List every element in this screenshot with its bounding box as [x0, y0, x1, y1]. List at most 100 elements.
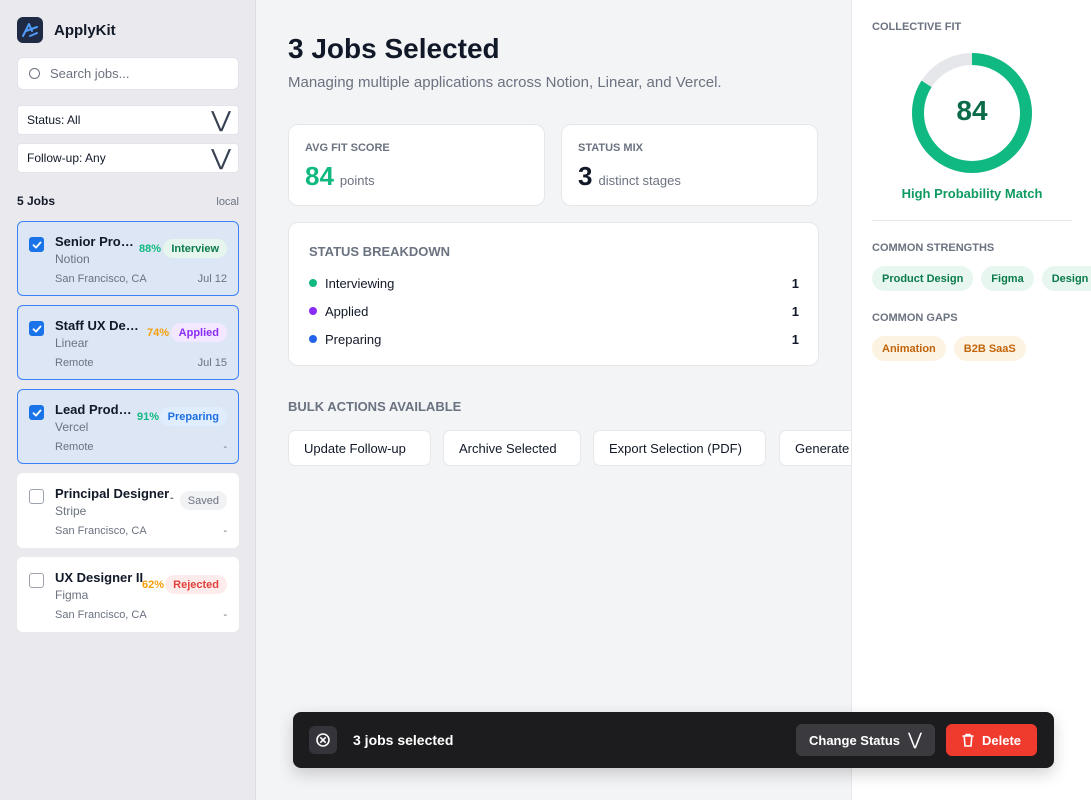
selected-count: 3 jobs selected [353, 732, 454, 748]
job-date: - [223, 441, 227, 453]
search-icon [29, 68, 40, 79]
chevron-down-icon: ⋁ [908, 730, 922, 749]
job-date: Jul 12 [197, 273, 227, 285]
close-circle-icon [316, 733, 330, 747]
job-card[interactable]: Principal Designer - Saved Stripe San Fr… [17, 473, 239, 548]
sidebar: ApplyKit Status: All ⋁ Follow-up: Any ⋁ … [0, 0, 256, 800]
bulk-actions: Update Follow-up Archive Selected Export… [288, 430, 851, 467]
job-location: San Francisco, CA [55, 273, 147, 285]
status-dot-icon [309, 335, 317, 343]
status-badge: Applied [170, 323, 227, 342]
job-fit-score: 88% [139, 243, 162, 255]
job-list-scope: local [216, 196, 239, 208]
collective-fit-label: COLLECTIVE FIT [872, 21, 962, 33]
job-location: San Francisco, CA [55, 525, 147, 537]
avg-fit-value: 84 [305, 161, 334, 191]
job-location: San Francisco, CA [55, 609, 147, 621]
strengths-chips: Product Design Figma Design Systems [872, 266, 1091, 291]
breakdown-row: Interviewing 1 [309, 274, 799, 292]
generate-button[interactable]: Generate [779, 430, 851, 466]
status-filter-select[interactable]: Status: All ⋁ [17, 105, 239, 135]
job-title: Senior Product Designer [55, 234, 141, 249]
status-badge: Interview [163, 239, 227, 258]
collective-fit-panel: COLLECTIVE FIT 84 High Probability Match… [851, 0, 1091, 800]
avg-fit-unit: points [339, 173, 375, 188]
status-breakdown-card: STATUS BREAKDOWN Interviewing 1 Applied … [288, 222, 819, 366]
status-filter-value: Status: All [27, 113, 81, 127]
job-count: 5 Jobs [17, 194, 56, 208]
breakdown-count: 1 [791, 331, 799, 347]
checkmark-icon [32, 409, 41, 416]
status-badge: Rejected [165, 575, 227, 594]
avg-fit-card: AVG FIT SCORE 84 points [288, 124, 545, 206]
job-checkbox[interactable] [29, 321, 44, 336]
gap-chip: Animation [872, 336, 946, 361]
status-dot-icon [309, 279, 317, 287]
job-fit-score: 62% [142, 579, 165, 591]
status-mix-card: STATUS MIX 3 distinct stages [561, 124, 818, 206]
divider [872, 220, 1072, 221]
strength-chip: Design Systems [1041, 266, 1091, 291]
breakdown-count: 1 [791, 275, 799, 291]
archive-selected-button[interactable]: Archive Selected [443, 430, 581, 466]
trash-icon [962, 733, 974, 747]
status-badge: Preparing [159, 407, 227, 426]
change-status-button[interactable]: Change Status ⋁ [796, 724, 935, 756]
fit-score-value: 84 [956, 95, 988, 126]
chevron-down-icon: ⋁ [211, 107, 231, 132]
job-checkbox[interactable] [29, 573, 44, 588]
job-card[interactable]: Senior Product Designer 88% Interview No… [17, 221, 239, 296]
status-breakdown-heading: STATUS BREAKDOWN [309, 244, 451, 259]
change-status-label: Change Status [809, 732, 901, 748]
job-list-header: 5 Jobs local [17, 194, 239, 208]
status-mix-unit: distinct stages [598, 173, 681, 188]
delete-button[interactable]: Delete [946, 724, 1037, 756]
checkmark-icon [32, 325, 41, 332]
followup-filter-value: Follow-up: Any [27, 151, 106, 165]
job-checkbox[interactable] [29, 489, 44, 504]
job-date: - [223, 525, 227, 537]
job-company: Vercel [55, 420, 89, 434]
job-card[interactable]: Staff UX Designer 74% Applied Linear Rem… [17, 305, 239, 380]
common-strengths-label: COMMON STRENGTHS [872, 242, 995, 254]
export-pdf-button[interactable]: Export Selection (PDF) [593, 430, 766, 466]
job-title: Lead Product Designer [55, 402, 138, 417]
brand[interactable]: ApplyKit [17, 17, 116, 43]
job-card[interactable]: UX Designer II 62% Rejected Figma San Fr… [17, 557, 239, 632]
job-date: Jul 15 [197, 357, 227, 369]
clear-selection-button[interactable] [309, 726, 337, 754]
strength-chip: Product Design [872, 266, 974, 291]
breakdown-row: Preparing 1 [309, 330, 799, 348]
search-input[interactable] [50, 66, 220, 81]
selection-action-bar: 3 jobs selected Change Status ⋁ Delete [293, 712, 1054, 768]
avg-fit-label: AVG FIT SCORE [305, 142, 390, 154]
chevron-down-icon: ⋁ [211, 145, 231, 170]
search-box[interactable] [17, 57, 239, 90]
breakdown-status: Preparing [325, 331, 382, 347]
page-title: 3 Jobs Selected [288, 33, 500, 64]
gaps-chips: Animation B2B SaaS [872, 336, 1026, 361]
status-mix-label: STATUS MIX [578, 142, 643, 154]
job-checkbox[interactable] [29, 237, 44, 252]
delete-label: Delete [981, 732, 1022, 748]
job-title: Staff UX Designer [55, 318, 146, 333]
gap-chip: B2B SaaS [953, 336, 1026, 361]
update-followup-button[interactable]: Update Follow-up [288, 430, 431, 466]
breakdown-status: Interviewing [325, 275, 395, 291]
job-card[interactable]: Lead Product Designer 91% Preparing Verc… [17, 389, 239, 464]
followup-filter-select[interactable]: Follow-up: Any ⋁ [17, 143, 239, 173]
job-title: UX Designer II [55, 570, 144, 585]
checkmark-icon [32, 241, 41, 248]
breakdown-status: Applied [325, 303, 369, 319]
status-mix-value: 3 [578, 161, 593, 191]
strength-chip: Figma [981, 266, 1034, 291]
job-fit-score: 74% [147, 327, 170, 339]
job-location: Remote [55, 441, 94, 453]
fit-caption: High Probability Match [901, 186, 1043, 201]
status-dot-icon [309, 307, 317, 315]
job-checkbox[interactable] [29, 405, 44, 420]
breakdown-row: Applied 1 [309, 302, 799, 320]
applykit-logo-icon [17, 17, 43, 43]
breakdown-count: 1 [791, 303, 799, 319]
job-location: Remote [55, 357, 94, 369]
